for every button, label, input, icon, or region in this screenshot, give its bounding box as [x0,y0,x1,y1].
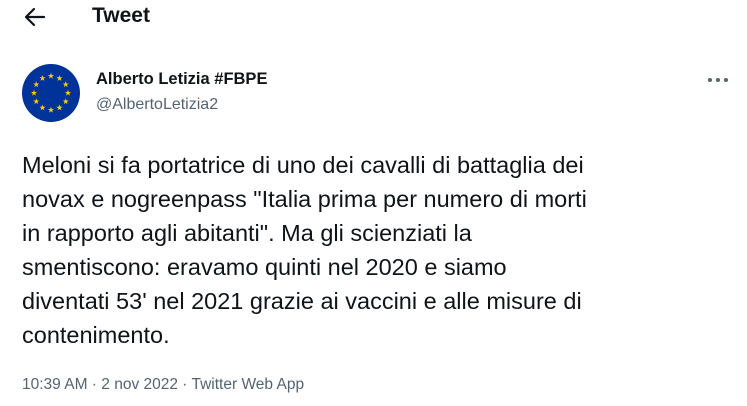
tweet-text: Meloni si fa portatrice di uno dei caval… [22,152,587,348]
eu-flag-icon [22,64,80,122]
author-name[interactable]: Alberto Letizia #FBPE [96,70,267,89]
more-horizontal-icon [708,78,728,82]
tweet-source: Twitter Web App [191,376,305,393]
tweet-date[interactable]: 2 nov 2022 [101,376,178,393]
page-header: Tweet [0,0,747,36]
tweet-time[interactable]: 10:39 AM [22,376,88,393]
avatar[interactable] [22,64,80,122]
page-title: Tweet [92,4,150,27]
tweet-page: Tweet Alberto Letizia #FBPE @AlbertoLeti… [0,0,747,406]
meta-separator-2: · [178,376,192,393]
arrow-left-icon [24,7,46,27]
author-handle[interactable]: @AlbertoLetizia2 [96,96,218,114]
more-button[interactable] [702,66,734,94]
meta-separator: · [87,376,102,393]
back-button[interactable] [18,2,52,32]
tweet-meta: 10:39 AM · 2 nov 2022 · Twitter Web App [22,376,304,394]
